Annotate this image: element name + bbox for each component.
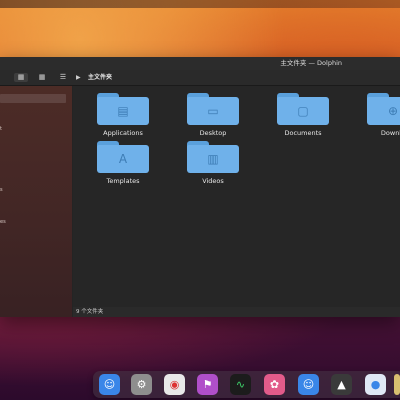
file-name: Desktop — [199, 129, 227, 137]
file-item[interactable]: ▢ Documents — [273, 93, 333, 137]
inkscape-icon[interactable]: ▲ — [331, 374, 352, 395]
file-name: Applications — [103, 129, 143, 137]
photos-icon[interactable]: ✿ — [264, 374, 285, 395]
status-text: 9 个文件夹 — [76, 309, 104, 315]
activity-monitor-icon[interactable]: ∿ — [230, 374, 251, 395]
window-title: 主文件夹 — Dolphin — [280, 59, 342, 67]
status-bar: 9 个文件夹 — [73, 307, 400, 317]
videos-folder-icon: ▥ — [187, 141, 239, 173]
toolbar: ▦ ▦ ☰ ▶ 主文件夹 — [0, 70, 400, 86]
partial-app-icon[interactable] — [394, 374, 400, 395]
documents-folder-icon: ▢ — [277, 93, 329, 125]
finder-alt-icon[interactable]: ☺ — [298, 374, 319, 395]
breadcrumb[interactable]: 主文件夹 — [88, 73, 112, 82]
details-view-icon[interactable]: ☰ — [56, 73, 70, 82]
file-item[interactable]: ▭ Desktop — [183, 93, 243, 137]
file-name: Documents — [284, 129, 322, 137]
app-store-icon[interactable]: ⚑ — [197, 374, 218, 395]
sidebar-item-label[interactable]: t — [0, 126, 2, 132]
file-item[interactable]: ▥ Videos — [183, 141, 243, 185]
applications-folder-icon: ▤ — [97, 93, 149, 125]
compact-view-icon[interactable]: ▦ — [35, 73, 49, 82]
file-name: Templates — [106, 177, 140, 185]
file-name: Videos — [202, 177, 224, 185]
file-item[interactable]: ▤ Applications — [93, 93, 153, 137]
file-name: Downlo — [380, 129, 400, 137]
window-titlebar[interactable]: 主文件夹 — Dolphin — [0, 57, 400, 70]
file-item[interactable]: ⊕ Downlo — [363, 93, 400, 137]
sidebar-item-label[interactable]: es — [0, 219, 6, 225]
top-panel — [0, 0, 400, 8]
file-item[interactable]: A Templates — [93, 141, 153, 185]
system-preferences-icon[interactable]: ⚙ — [131, 374, 152, 395]
sidebar-item-label[interactable]: s — [0, 187, 3, 193]
dolphin-window: 主文件夹 — Dolphin ▦ ▦ ☰ ▶ 主文件夹 t s es ▤ App… — [0, 57, 400, 317]
finder-icon[interactable]: ☺ — [99, 374, 120, 395]
templates-folder-icon: A — [97, 141, 149, 173]
places-sidebar: t s es — [0, 86, 72, 317]
desktop-folder-icon: ▭ — [187, 93, 239, 125]
sidebar-selected-item[interactable] — [0, 94, 66, 103]
icons-view-icon[interactable]: ▦ — [14, 73, 28, 82]
dock: ☺ ⚙ ◉ ⚑ ∿ ✿ ☺ ▲ ● — [93, 371, 400, 398]
chrome-icon[interactable]: ◉ — [164, 374, 185, 395]
downloads-folder-icon: ⊕ — [367, 93, 400, 125]
app-icon[interactable]: ● — [365, 374, 386, 395]
file-view: ▤ Applications ▭ Desktop ▢ Documents ⊕ D… — [73, 86, 400, 307]
chevron-right-icon[interactable]: ▶ — [76, 73, 81, 82]
